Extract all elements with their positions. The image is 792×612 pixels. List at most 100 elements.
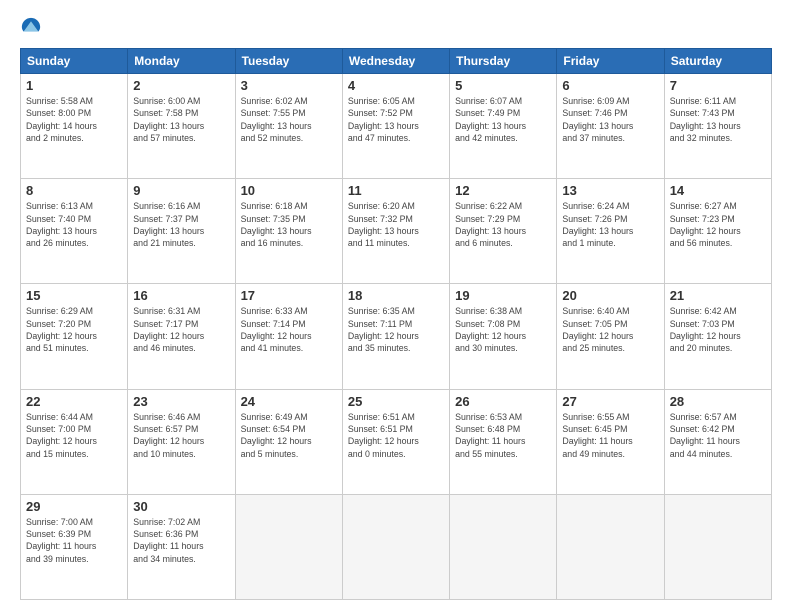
day-info: Sunrise: 6:49 AMSunset: 6:54 PMDaylight:… xyxy=(241,411,337,460)
day-info: Sunrise: 6:44 AMSunset: 7:00 PMDaylight:… xyxy=(26,411,122,460)
table-row: 18 Sunrise: 6:35 AMSunset: 7:11 PMDayligh… xyxy=(342,284,449,389)
table-row: 12 Sunrise: 6:22 AMSunset: 7:29 PMDayligh… xyxy=(450,179,557,284)
day-number: 14 xyxy=(670,183,766,198)
table-row: 16 Sunrise: 6:31 AMSunset: 7:17 PMDayligh… xyxy=(128,284,235,389)
day-info: Sunrise: 6:33 AMSunset: 7:14 PMDaylight:… xyxy=(241,305,337,354)
day-number: 18 xyxy=(348,288,444,303)
table-row: 22Sunrise: 6:44 AMSunset: 7:00 PMDayligh… xyxy=(21,389,128,494)
table-row: 13 Sunrise: 6:24 AMSunset: 7:26 PMDayligh… xyxy=(557,179,664,284)
header-sunday: Sunday xyxy=(21,49,128,74)
day-info: Sunrise: 6:42 AMSunset: 7:03 PMDaylight:… xyxy=(670,305,766,354)
table-row: 5 Sunrise: 6:07 AMSunset: 7:49 PMDaylight… xyxy=(450,74,557,179)
table-row: 3 Sunrise: 6:02 AMSunset: 7:55 PMDaylight… xyxy=(235,74,342,179)
table-row xyxy=(235,494,342,599)
table-row: 10 Sunrise: 6:18 AMSunset: 7:35 PMDayligh… xyxy=(235,179,342,284)
day-info: Sunrise: 6:13 AMSunset: 7:40 PMDaylight:… xyxy=(26,200,122,249)
day-info: Sunrise: 6:22 AMSunset: 7:29 PMDaylight:… xyxy=(455,200,551,249)
table-row: 27 Sunrise: 6:55 AMSunset: 6:45 PMDayligh… xyxy=(557,389,664,494)
day-number: 6 xyxy=(562,78,658,93)
day-info: Sunrise: 6:38 AMSunset: 7:08 PMDaylight:… xyxy=(455,305,551,354)
table-row: 11 Sunrise: 6:20 AMSunset: 7:32 PMDayligh… xyxy=(342,179,449,284)
day-number: 1 xyxy=(26,78,122,93)
table-row: 26Sunrise: 6:53 AMSunset: 6:48 PMDayligh… xyxy=(450,389,557,494)
day-number: 16 xyxy=(133,288,229,303)
table-row: 24 Sunrise: 6:49 AMSunset: 6:54 PMDayligh… xyxy=(235,389,342,494)
day-number: 7 xyxy=(670,78,766,93)
table-row: 4 Sunrise: 6:05 AMSunset: 7:52 PMDaylight… xyxy=(342,74,449,179)
day-info: Sunrise: 6:02 AMSunset: 7:55 PMDaylight:… xyxy=(241,95,337,144)
day-info: Sunrise: 6:31 AMSunset: 7:17 PMDaylight:… xyxy=(133,305,229,354)
day-info: Sunrise: 6:24 AMSunset: 7:26 PMDaylight:… xyxy=(562,200,658,249)
day-info: Sunrise: 6:20 AMSunset: 7:32 PMDaylight:… xyxy=(348,200,444,249)
logo-icon xyxy=(20,16,42,38)
day-number: 25 xyxy=(348,394,444,409)
header-saturday: Saturday xyxy=(664,49,771,74)
day-info: Sunrise: 7:02 AMSunset: 6:36 PMDaylight:… xyxy=(133,516,229,565)
table-row: 21Sunrise: 6:42 AMSunset: 7:03 PMDayligh… xyxy=(664,284,771,389)
table-row: 2 Sunrise: 6:00 AMSunset: 7:58 PMDaylight… xyxy=(128,74,235,179)
day-number: 12 xyxy=(455,183,551,198)
day-number: 17 xyxy=(241,288,337,303)
day-number: 19 xyxy=(455,288,551,303)
table-row: 25 Sunrise: 6:51 AMSunset: 6:51 PMDayligh… xyxy=(342,389,449,494)
table-row xyxy=(557,494,664,599)
day-info: Sunrise: 6:18 AMSunset: 7:35 PMDaylight:… xyxy=(241,200,337,249)
day-number: 11 xyxy=(348,183,444,198)
header-friday: Friday xyxy=(557,49,664,74)
day-number: 13 xyxy=(562,183,658,198)
day-info: Sunrise: 6:07 AMSunset: 7:49 PMDaylight:… xyxy=(455,95,551,144)
day-info: Sunrise: 6:53 AMSunset: 6:48 PMDaylight:… xyxy=(455,411,551,460)
table-row xyxy=(342,494,449,599)
header-monday: Monday xyxy=(128,49,235,74)
day-number: 20 xyxy=(562,288,658,303)
day-info: Sunrise: 6:40 AMSunset: 7:05 PMDaylight:… xyxy=(562,305,658,354)
table-row: 15Sunrise: 6:29 AMSunset: 7:20 PMDayligh… xyxy=(21,284,128,389)
calendar-row: 8 Sunrise: 6:13 AMSunset: 7:40 PMDaylight… xyxy=(21,179,772,284)
day-number: 8 xyxy=(26,183,122,198)
table-row: 1 Sunrise: 5:58 AMSunset: 8:00 PMDaylight… xyxy=(21,74,128,179)
header-wednesday: Wednesday xyxy=(342,49,449,74)
day-info: Sunrise: 6:35 AMSunset: 7:11 PMDaylight:… xyxy=(348,305,444,354)
day-info: Sunrise: 6:51 AMSunset: 6:51 PMDaylight:… xyxy=(348,411,444,460)
day-info: Sunrise: 6:05 AMSunset: 7:52 PMDaylight:… xyxy=(348,95,444,144)
day-number: 28 xyxy=(670,394,766,409)
table-row: 23Sunrise: 6:46 AMSunset: 6:57 PMDayligh… xyxy=(128,389,235,494)
table-row: 14 Sunrise: 6:27 AMSunset: 7:23 PMDayligh… xyxy=(664,179,771,284)
day-info: Sunrise: 6:27 AMSunset: 7:23 PMDaylight:… xyxy=(670,200,766,249)
logo xyxy=(20,16,46,38)
day-info: Sunrise: 6:55 AMSunset: 6:45 PMDaylight:… xyxy=(562,411,658,460)
table-row: 17 Sunrise: 6:33 AMSunset: 7:14 PMDayligh… xyxy=(235,284,342,389)
day-number: 30 xyxy=(133,499,229,514)
table-row: 20 Sunrise: 6:40 AMSunset: 7:05 PMDayligh… xyxy=(557,284,664,389)
table-row: 7Sunrise: 6:11 AMSunset: 7:43 PMDaylight… xyxy=(664,74,771,179)
day-number: 29 xyxy=(26,499,122,514)
table-row: 19 Sunrise: 6:38 AMSunset: 7:08 PMDayligh… xyxy=(450,284,557,389)
calendar-row: 22Sunrise: 6:44 AMSunset: 7:00 PMDayligh… xyxy=(21,389,772,494)
day-number: 2 xyxy=(133,78,229,93)
day-info: Sunrise: 6:16 AMSunset: 7:37 PMDaylight:… xyxy=(133,200,229,249)
day-info: Sunrise: 6:00 AMSunset: 7:58 PMDaylight:… xyxy=(133,95,229,144)
table-row xyxy=(664,494,771,599)
table-row: 28 Sunrise: 6:57 AMSunset: 6:42 PMDayligh… xyxy=(664,389,771,494)
weekday-header-row: Sunday Monday Tuesday Wednesday Thursday… xyxy=(21,49,772,74)
day-number: 5 xyxy=(455,78,551,93)
calendar-row: 15Sunrise: 6:29 AMSunset: 7:20 PMDayligh… xyxy=(21,284,772,389)
table-row: 8 Sunrise: 6:13 AMSunset: 7:40 PMDaylight… xyxy=(21,179,128,284)
table-row: 30 Sunrise: 7:02 AMSunset: 6:36 PMDayligh… xyxy=(128,494,235,599)
day-info: Sunrise: 5:58 AMSunset: 8:00 PMDaylight:… xyxy=(26,95,122,144)
table-row: 6Sunrise: 6:09 AMSunset: 7:46 PMDaylight… xyxy=(557,74,664,179)
calendar-row: 29 Sunrise: 7:00 AMSunset: 6:39 PMDayligh… xyxy=(21,494,772,599)
day-number: 27 xyxy=(562,394,658,409)
day-number: 9 xyxy=(133,183,229,198)
calendar: Sunday Monday Tuesday Wednesday Thursday… xyxy=(20,48,772,600)
table-row: 9 Sunrise: 6:16 AMSunset: 7:37 PMDaylight… xyxy=(128,179,235,284)
day-info: Sunrise: 7:00 AMSunset: 6:39 PMDaylight:… xyxy=(26,516,122,565)
day-info: Sunrise: 6:57 AMSunset: 6:42 PMDaylight:… xyxy=(670,411,766,460)
day-number: 10 xyxy=(241,183,337,198)
day-number: 24 xyxy=(241,394,337,409)
table-row: 29 Sunrise: 7:00 AMSunset: 6:39 PMDayligh… xyxy=(21,494,128,599)
day-number: 4 xyxy=(348,78,444,93)
day-number: 23 xyxy=(133,394,229,409)
day-number: 3 xyxy=(241,78,337,93)
calendar-row: 1 Sunrise: 5:58 AMSunset: 8:00 PMDaylight… xyxy=(21,74,772,179)
